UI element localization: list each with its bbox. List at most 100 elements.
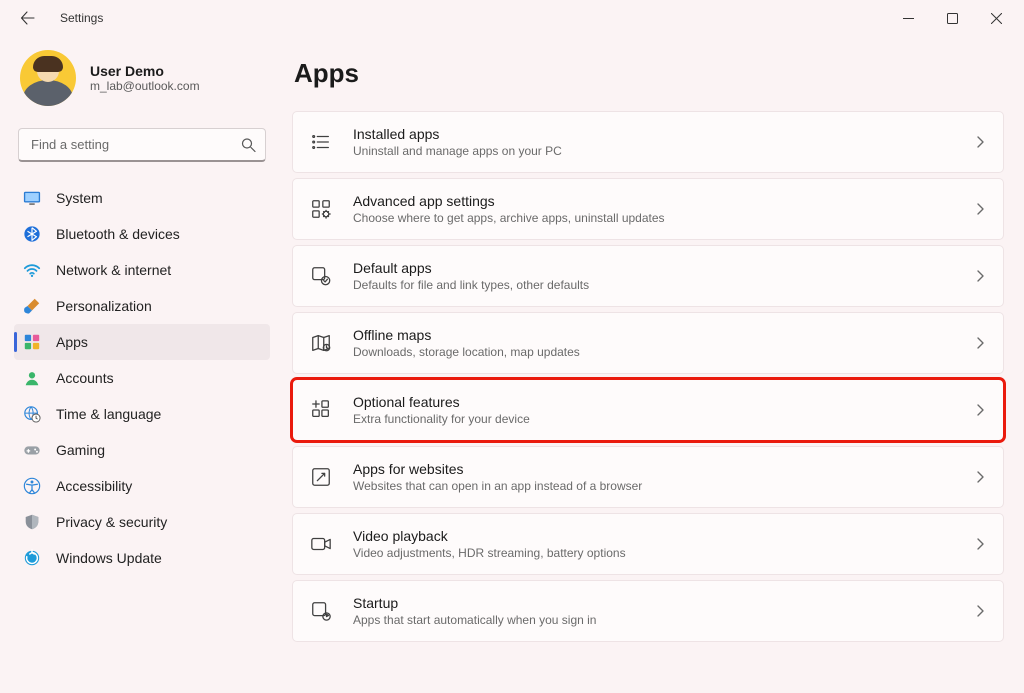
search-icon: [241, 138, 256, 153]
arrow-left-icon: [20, 10, 36, 26]
sidebar-item-personalization[interactable]: Personalization: [14, 288, 270, 324]
main-content: Apps Installed apps Uninstall and manage…: [282, 36, 1024, 693]
chevron-right-icon: [973, 269, 987, 283]
startup-icon: [309, 599, 333, 623]
sidebar-item-label: Time & language: [56, 406, 161, 422]
card-subtitle: Defaults for file and link types, other …: [353, 278, 953, 292]
settings-window: Settings User Demo m_lab@outlook.com: [0, 0, 1024, 693]
search-container: [18, 128, 266, 162]
window-title: Settings: [60, 11, 103, 25]
card-subtitle: Apps that start automatically when you s…: [353, 613, 953, 627]
sidebar-item-label: Windows Update: [56, 550, 162, 566]
card-text: Optional features Extra functionality fo…: [353, 394, 953, 426]
person-icon: [22, 368, 42, 388]
chevron-right-icon: [973, 135, 987, 149]
update-icon: [22, 548, 42, 568]
profile-email: m_lab@outlook.com: [90, 79, 200, 93]
sidebar-item-privacy-security[interactable]: Privacy & security: [14, 504, 270, 540]
close-icon: [991, 13, 1002, 24]
card-title: Advanced app settings: [353, 193, 953, 209]
settings-card-video-playback[interactable]: Video playback Video adjustments, HDR st…: [292, 513, 1004, 575]
accessibility-icon: [22, 476, 42, 496]
grid-plus-icon: [309, 398, 333, 422]
settings-card-default-apps[interactable]: Default apps Defaults for file and link …: [292, 245, 1004, 307]
card-text: Default apps Defaults for file and link …: [353, 260, 953, 292]
brush-icon: [22, 296, 42, 316]
titlebar: Settings: [0, 0, 1024, 36]
back-button[interactable]: [14, 4, 42, 32]
video-icon: [309, 532, 333, 556]
sidebar-item-system[interactable]: System: [14, 180, 270, 216]
card-text: Apps for websites Websites that can open…: [353, 461, 953, 493]
sidebar-item-gaming[interactable]: Gaming: [14, 432, 270, 468]
wifi-icon: [22, 260, 42, 280]
sidebar-item-accessibility[interactable]: Accessibility: [14, 468, 270, 504]
page-title: Apps: [294, 58, 1004, 89]
card-title: Video playback: [353, 528, 953, 544]
sidebar: User Demo m_lab@outlook.com System Blueto…: [0, 36, 282, 693]
card-title: Optional features: [353, 394, 953, 410]
minimize-icon: [903, 13, 914, 24]
sidebar-item-bluetooth-devices[interactable]: Bluetooth & devices: [14, 216, 270, 252]
settings-card-advanced-app-settings[interactable]: Advanced app settings Choose where to ge…: [292, 178, 1004, 240]
settings-card-installed-apps[interactable]: Installed apps Uninstall and manage apps…: [292, 111, 1004, 173]
settings-card-offline-maps[interactable]: Offline maps Downloads, storage location…: [292, 312, 1004, 374]
settings-card-startup[interactable]: Startup Apps that start automatically wh…: [292, 580, 1004, 642]
minimize-button[interactable]: [886, 3, 930, 33]
sidebar-item-label: Apps: [56, 334, 88, 350]
maximize-button[interactable]: [930, 3, 974, 33]
settings-card-apps-for-websites[interactable]: Apps for websites Websites that can open…: [292, 446, 1004, 508]
search-input[interactable]: [18, 128, 266, 162]
avatar: [20, 50, 76, 106]
card-subtitle: Uninstall and manage apps on your PC: [353, 144, 953, 158]
card-subtitle: Extra functionality for your device: [353, 412, 953, 426]
sidebar-item-label: System: [56, 190, 103, 206]
sidebar-item-windows-update[interactable]: Windows Update: [14, 540, 270, 576]
chevron-right-icon: [973, 403, 987, 417]
sidebar-item-accounts[interactable]: Accounts: [14, 360, 270, 396]
chevron-right-icon: [973, 202, 987, 216]
sidebar-item-apps[interactable]: Apps: [14, 324, 270, 360]
card-text: Offline maps Downloads, storage location…: [353, 327, 953, 359]
sidebar-item-label: Accounts: [56, 370, 114, 386]
card-subtitle: Video adjustments, HDR streaming, batter…: [353, 546, 953, 560]
sidebar-item-time-language[interactable]: Time & language: [14, 396, 270, 432]
bluetooth-icon: [22, 224, 42, 244]
card-text: Video playback Video adjustments, HDR st…: [353, 528, 953, 560]
sidebar-item-label: Personalization: [56, 298, 152, 314]
card-title: Default apps: [353, 260, 953, 276]
maximize-icon: [947, 13, 958, 24]
profile-name: User Demo: [90, 63, 200, 79]
sidebar-item-network-internet[interactable]: Network & internet: [14, 252, 270, 288]
card-text: Startup Apps that start automatically wh…: [353, 595, 953, 627]
sidebar-item-label: Accessibility: [56, 478, 132, 494]
card-text: Advanced app settings Choose where to ge…: [353, 193, 953, 225]
profile-block[interactable]: User Demo m_lab@outlook.com: [14, 44, 270, 122]
close-button[interactable]: [974, 3, 1018, 33]
sidebar-item-label: Bluetooth & devices: [56, 226, 180, 242]
shield-icon: [22, 512, 42, 532]
card-subtitle: Downloads, storage location, map updates: [353, 345, 953, 359]
sidebar-item-label: Privacy & security: [56, 514, 167, 530]
globe-clock-icon: [22, 404, 42, 424]
card-text: Installed apps Uninstall and manage apps…: [353, 126, 953, 158]
link-app-icon: [309, 465, 333, 489]
chevron-right-icon: [973, 470, 987, 484]
apps-icon: [22, 332, 42, 352]
system-icon: [22, 188, 42, 208]
chevron-right-icon: [973, 336, 987, 350]
default-app-icon: [309, 264, 333, 288]
settings-card-optional-features[interactable]: Optional features Extra functionality fo…: [292, 379, 1004, 441]
card-subtitle: Websites that can open in an app instead…: [353, 479, 953, 493]
sidebar-item-label: Gaming: [56, 442, 105, 458]
card-title: Offline maps: [353, 327, 953, 343]
card-title: Startup: [353, 595, 953, 611]
settings-card-list: Installed apps Uninstall and manage apps…: [292, 111, 1004, 642]
chevron-right-icon: [973, 537, 987, 551]
sidebar-item-label: Network & internet: [56, 262, 171, 278]
list-icon: [309, 130, 333, 154]
map-icon: [309, 331, 333, 355]
card-subtitle: Choose where to get apps, archive apps, …: [353, 211, 953, 225]
gamepad-icon: [22, 440, 42, 460]
grid-gear-icon: [309, 197, 333, 221]
